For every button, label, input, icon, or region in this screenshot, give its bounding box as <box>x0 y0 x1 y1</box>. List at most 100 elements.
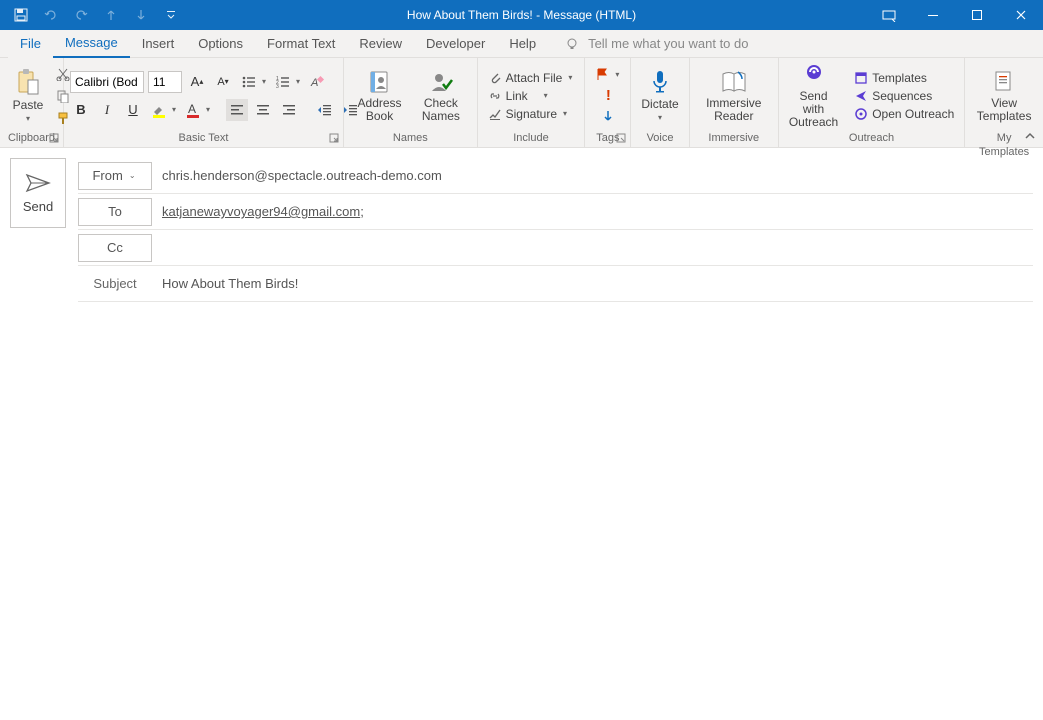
compose-header: Send From ⌄ chris.henderson@spectacle.ou… <box>0 148 1043 312</box>
font-size-select[interactable] <box>148 71 182 93</box>
tab-file[interactable]: File <box>8 30 53 58</box>
cc-button[interactable]: Cc <box>78 234 152 262</box>
message-body[interactable] <box>0 312 1043 692</box>
font-color-button[interactable]: A <box>182 99 204 121</box>
open-outreach-label: Open Outreach <box>872 107 954 121</box>
view-templates-label: View Templates <box>975 97 1033 123</box>
group-include: Attach File ▾ Link ▾ Signature ▾ Include <box>478 58 586 147</box>
clipboard-dialog-launcher[interactable] <box>49 133 61 145</box>
group-outreach: Send with Outreach Templates Sequences O… <box>779 58 965 147</box>
ribbon-display-options-button[interactable] <box>867 0 911 30</box>
next-item-button[interactable] <box>128 2 154 28</box>
view-templates-button[interactable]: View Templates <box>971 67 1037 125</box>
svg-text:A: A <box>310 77 318 89</box>
redo-button[interactable] <box>68 2 94 28</box>
close-button[interactable] <box>999 0 1043 30</box>
tab-options[interactable]: Options <box>186 30 255 58</box>
tab-review[interactable]: Review <box>347 30 414 58</box>
templates-icon <box>854 71 868 85</box>
address-book-label: Address Book <box>354 97 405 123</box>
undo-button[interactable] <box>38 2 64 28</box>
clear-formatting-button[interactable]: A <box>306 71 328 93</box>
paste-button[interactable]: Paste ▾ <box>6 66 50 125</box>
underline-button[interactable]: U <box>122 99 144 121</box>
link-label: Link <box>506 89 528 103</box>
send-button[interactable]: Send <box>10 158 66 228</box>
maximize-button[interactable] <box>955 0 999 30</box>
bold-button[interactable]: B <box>70 99 92 121</box>
link-button[interactable]: Link ▾ <box>484 88 579 104</box>
address-book-icon <box>367 69 393 95</box>
dictate-label: Dictate <box>641 97 678 111</box>
chevron-down-icon[interactable]: ▾ <box>204 105 212 114</box>
microphone-icon <box>649 69 671 95</box>
subject-field[interactable]: How About Them Birds! <box>162 276 298 291</box>
attach-file-button[interactable]: Attach File ▾ <box>484 70 579 86</box>
send-with-outreach-button[interactable]: Send with Outreach <box>785 60 842 131</box>
tab-format-text[interactable]: Format Text <box>255 30 347 58</box>
open-outreach-icon <box>854 107 868 121</box>
paperclip-icon <box>488 71 502 85</box>
save-button[interactable] <box>8 2 34 28</box>
high-importance-button[interactable]: ! <box>602 86 615 105</box>
numbering-button[interactable]: 123 <box>272 71 294 93</box>
bullets-button[interactable] <box>238 71 260 93</box>
collapse-ribbon-button[interactable] <box>1023 129 1037 143</box>
customize-qat-button[interactable] <box>158 2 184 28</box>
decrease-indent-button[interactable] <box>314 99 336 121</box>
to-field[interactable]: katjanewayvoyager94@gmail.com; <box>162 204 364 219</box>
group-label-basic-text: Basic Text <box>70 131 337 147</box>
to-label: To <box>108 204 122 219</box>
subject-label: Subject <box>78 276 152 291</box>
paste-icon <box>16 68 40 96</box>
align-left-button[interactable] <box>226 99 248 121</box>
align-center-button[interactable] <box>252 99 274 121</box>
tab-developer[interactable]: Developer <box>414 30 497 58</box>
svg-text:3: 3 <box>276 84 279 89</box>
font-name-select[interactable] <box>70 71 144 93</box>
tab-message[interactable]: Message <box>53 30 130 58</box>
check-names-label: Check Names <box>415 97 467 123</box>
address-book-button[interactable]: Address Book <box>350 67 409 125</box>
align-right-button[interactable] <box>278 99 300 121</box>
group-clipboard: Paste ▾ Clipboard <box>0 58 64 147</box>
increase-font-size-button[interactable]: A▴ <box>186 71 208 93</box>
decrease-font-size-button[interactable]: A▾ <box>212 71 234 93</box>
low-importance-button[interactable] <box>598 109 618 125</box>
tags-dialog-launcher[interactable] <box>616 133 628 145</box>
group-names: Address Book Check Names Names <box>344 58 478 147</box>
open-outreach-button[interactable]: Open Outreach <box>850 106 958 122</box>
signature-button[interactable]: Signature ▾ <box>484 106 579 122</box>
follow-up-button[interactable]: ▾ <box>591 66 625 82</box>
basic-text-dialog-launcher[interactable] <box>329 133 341 145</box>
previous-item-button[interactable] <box>98 2 124 28</box>
tab-insert[interactable]: Insert <box>130 30 187 58</box>
to-button[interactable]: To <box>78 198 152 226</box>
chevron-down-icon[interactable]: ▾ <box>294 77 302 86</box>
chevron-down-icon[interactable]: ▾ <box>260 77 268 86</box>
tell-me-search[interactable]: Tell me what you want to do <box>564 36 748 52</box>
check-names-button[interactable]: Check Names <box>411 67 471 125</box>
immersive-reader-label: Immersive Reader <box>700 97 768 123</box>
immersive-reader-button[interactable]: Immersive Reader <box>696 67 772 125</box>
chevron-down-icon[interactable]: ▾ <box>170 105 178 114</box>
lightbulb-icon <box>564 36 580 52</box>
from-button[interactable]: From ⌄ <box>78 162 152 190</box>
chevron-down-icon: ▾ <box>561 109 569 118</box>
sequences-button[interactable]: Sequences <box>850 88 958 104</box>
sequences-icon <box>854 89 868 103</box>
view-templates-icon <box>991 69 1017 95</box>
highlight-button[interactable] <box>148 99 170 121</box>
group-label-include: Include <box>484 131 579 147</box>
italic-button[interactable]: I <box>96 99 118 121</box>
to-recipient[interactable]: katjanewayvoyager94@gmail.com <box>162 204 360 219</box>
tab-help[interactable]: Help <box>497 30 548 58</box>
from-label: From <box>92 168 122 183</box>
low-importance-icon <box>602 110 614 124</box>
group-label-voice: Voice <box>637 131 682 147</box>
templates-button[interactable]: Templates <box>850 70 958 86</box>
outreach-icon <box>801 62 827 88</box>
group-label-immersive: Immersive <box>696 131 772 147</box>
minimize-button[interactable] <box>911 0 955 30</box>
dictate-button[interactable]: Dictate ▾ <box>637 67 682 124</box>
